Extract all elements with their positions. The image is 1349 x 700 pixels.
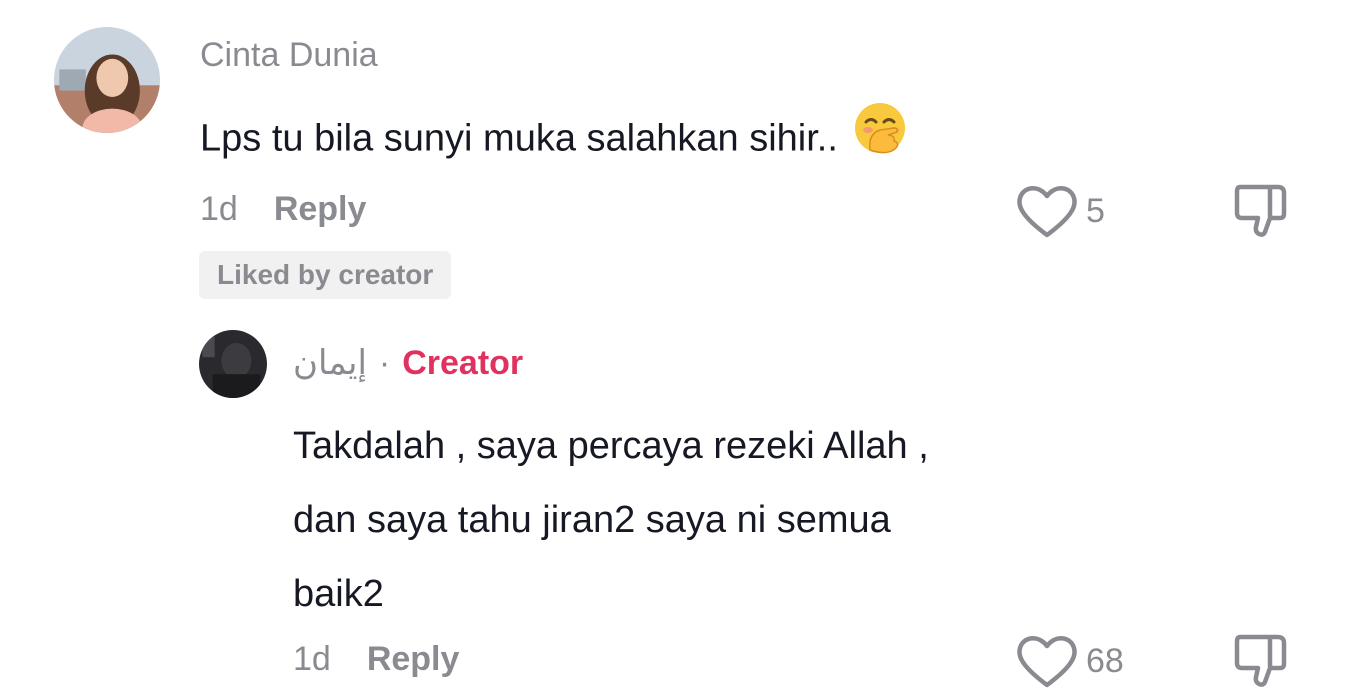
thumbs-down-icon <box>1234 634 1287 687</box>
dislike-button[interactable] <box>1232 634 1290 693</box>
heart-outline-icon <box>1017 186 1077 238</box>
profile-photo <box>54 27 160 133</box>
reply-button[interactable]: Reply <box>274 190 367 229</box>
hand-over-mouth-emoji-icon <box>852 100 908 181</box>
avatar-cinta-dunia[interactable] <box>54 27 160 133</box>
reply-text-line: dan saya tahu jiran2 saya ni semua <box>293 499 891 541</box>
like-count: 5 <box>1086 191 1105 230</box>
comment-username[interactable]: Cinta Dunia <box>200 36 378 75</box>
comment-text: Lps tu bila sunyi muka salahkan sihir.. <box>200 100 908 181</box>
like-button[interactable]: 5 <box>1016 183 1105 239</box>
dislike-button[interactable] <box>1232 184 1290 243</box>
reply-meta: 1d Reply <box>293 640 459 679</box>
like-button[interactable]: 68 <box>1016 633 1124 689</box>
liked-by-creator-badge: Liked by creator <box>199 251 452 299</box>
profile-photo <box>199 330 267 398</box>
reply-username[interactable]: إيمان <box>293 343 367 383</box>
creator-label: Creator <box>402 343 524 382</box>
reply-text-line: baik2 <box>293 573 384 615</box>
thumbs-down-icon <box>1234 184 1287 237</box>
heart-outline-icon <box>1017 636 1077 688</box>
avatar-creator[interactable] <box>199 330 267 398</box>
reply-time: 1d <box>293 640 331 678</box>
reply-username-row: إيمان · Creator <box>293 343 523 383</box>
like-count: 68 <box>1086 641 1124 680</box>
comment-meta: 1d Reply <box>200 190 366 229</box>
reply-button[interactable]: Reply <box>367 640 460 679</box>
separator-dot: · <box>378 343 391 382</box>
comment-time: 1d <box>200 190 238 228</box>
comment-text-body: Lps tu bila sunyi muka salahkan sihir.. <box>200 117 838 160</box>
reply-text-line: Takdalah , saya percaya rezeki Allah , <box>293 425 929 467</box>
reply-text: Takdalah , saya percaya rezeki Allah , d… <box>293 409 929 631</box>
